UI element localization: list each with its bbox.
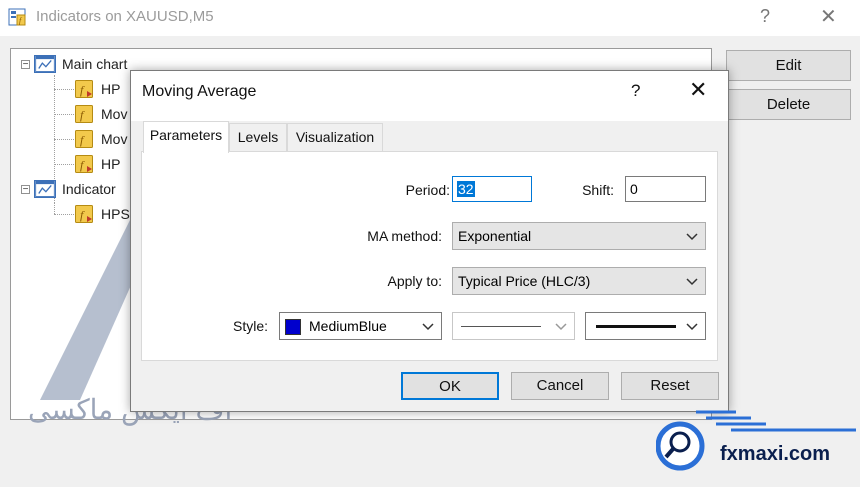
tree-item-label: Indicator <box>62 181 116 197</box>
ma-method-value: Exponential <box>458 228 532 244</box>
line-width-icon <box>596 325 676 328</box>
tree-item-label: Main chart <box>62 56 128 72</box>
dialog-help-button[interactable]: ? <box>631 81 640 101</box>
dialog-close-button[interactable]: ✕ <box>689 77 707 103</box>
color-select[interactable]: MediumBlue <box>279 312 442 340</box>
tree-item-label: Mov <box>101 131 128 147</box>
tree-item-indicator-window[interactable]: − Indicator <box>21 178 116 200</box>
ma-method-label: MA method: <box>367 228 442 244</box>
close-button[interactable]: ✕ <box>820 4 837 29</box>
dialog-title: Moving Average <box>142 83 257 100</box>
window-title: Indicators on XAUUSD,M5 <box>36 8 214 25</box>
tab-levels[interactable]: Levels <box>229 123 287 151</box>
indicator-icon: f <box>75 130 93 148</box>
indicator-icon: f <box>75 105 93 123</box>
collapse-icon[interactable]: − <box>21 59 30 69</box>
tab-parameters[interactable]: Parameters <box>143 121 229 153</box>
chevron-down-icon <box>422 314 434 340</box>
chart-window-icon <box>34 180 56 198</box>
style-label: Style: <box>232 318 268 334</box>
chevron-down-icon <box>686 224 698 250</box>
ok-button[interactable]: OK <box>401 372 499 400</box>
reset-button[interactable]: Reset <box>621 372 719 400</box>
apply-to-value: Typical Price (HLC/3) <box>458 273 591 289</box>
line-width-select[interactable] <box>585 312 706 340</box>
shift-label: Shift: <box>582 182 614 198</box>
delete-button[interactable]: Delete <box>726 89 851 120</box>
tree-item-indicator[interactable]: f Mov <box>75 103 127 125</box>
apply-to-select[interactable]: Typical Price (HLC/3) <box>452 267 706 295</box>
fxmaxi-brand-text: fxmaxi.com <box>720 443 831 465</box>
shift-input[interactable]: 0 <box>625 176 706 202</box>
apply-to-label: Apply to: <box>387 273 442 289</box>
solid-line-icon <box>461 326 541 327</box>
chevron-down-icon <box>555 314 567 340</box>
chart-window-icon <box>34 55 56 73</box>
line-style-select[interactable] <box>452 312 575 340</box>
period-label: Period: <box>405 182 450 198</box>
indicators-app-icon: f <box>8 8 26 26</box>
tree-item-label: HP <box>101 156 121 172</box>
tree-item-label: Mov <box>101 106 128 122</box>
custom-indicator-icon: f <box>75 155 93 173</box>
moving-average-dialog: Moving Average ? ✕ Parameters Levels Vis… <box>130 70 729 412</box>
help-button[interactable]: ? <box>760 6 770 27</box>
ma-method-select[interactable]: Exponential <box>452 222 706 250</box>
cancel-button[interactable]: Cancel <box>511 372 609 400</box>
chevron-down-icon <box>686 314 698 340</box>
parameters-panel: Period: 32 Shift: 0 MA method: Exponenti… <box>141 151 718 361</box>
chevron-down-icon <box>686 269 698 295</box>
color-name: MediumBlue <box>309 318 387 334</box>
custom-indicator-icon: f <box>75 80 93 98</box>
tree-item-indicator[interactable]: f Mov <box>75 128 127 150</box>
tree-item-label: HP <box>101 81 121 97</box>
dialog-footer: OK Cancel Reset <box>131 366 728 411</box>
tab-visualization[interactable]: Visualization <box>287 123 383 151</box>
edit-button[interactable]: Edit <box>726 50 851 81</box>
color-swatch <box>285 319 301 336</box>
tree-item-indicator[interactable]: f HP <box>75 153 120 175</box>
tree-item-main-chart[interactable]: − Main chart <box>21 53 127 75</box>
tree-item-indicator[interactable]: f HP <box>75 78 120 100</box>
period-input[interactable]: 32 <box>452 176 532 202</box>
collapse-icon[interactable]: − <box>21 184 30 194</box>
period-value: 32 <box>457 181 475 197</box>
